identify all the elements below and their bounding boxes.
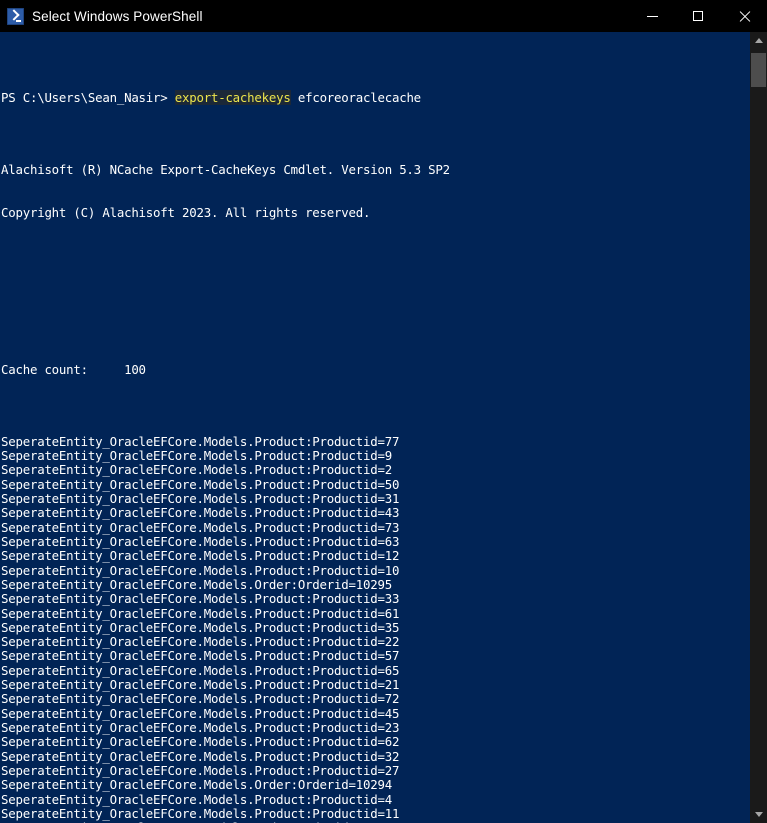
cache-key-line: SeperateEntity_OracleEFCore.Models.Produ…: [1, 691, 400, 707]
cache-key-line: SeperateEntity_OracleEFCore.Models.Order…: [1, 576, 392, 592]
cache-key-line: SeperateEntity_OracleEFCore.Models.Produ…: [1, 677, 400, 693]
cache-key-line: SeperateEntity_OracleEFCore.Models.Produ…: [1, 619, 400, 635]
cache-key-line: SeperateEntity_OracleEFCore.Models.Produ…: [1, 591, 400, 607]
cache-key-line: SeperateEntity_OracleEFCore.Models.Produ…: [1, 720, 400, 735]
scroll-down-icon: [754, 812, 763, 817]
cache-key-line: SeperateEntity_OracleEFCore.Models.Produ…: [1, 505, 400, 521]
command-token: export-cachekeys: [174, 90, 291, 106]
scroll-down-button[interactable]: [750, 806, 767, 823]
prompt-text: PS C:\Users\Sean_Nasir>: [1, 90, 175, 106]
banner-line: [1, 249, 750, 263]
command-line: PS C:\Users\Sean_Nasir> export-cachekeys…: [1, 90, 750, 106]
close-icon: [738, 10, 751, 23]
console-output[interactable]: PS C:\Users\Sean_Nasir> export-cachekeys…: [0, 32, 750, 823]
cache-key-line: SeperateEntity_OracleEFCore.Models.Produ…: [1, 448, 392, 464]
minimize-icon: [646, 15, 658, 17]
window-controls: [629, 0, 767, 32]
title-bar[interactable]: Select Windows PowerShell: [0, 0, 767, 32]
powershell-icon: [7, 7, 24, 25]
cache-key-line: SeperateEntity_OracleEFCore.Models.Produ…: [1, 634, 400, 650]
cache-key-line: SeperateEntity_OracleEFCore.Models.Produ…: [1, 662, 400, 678]
cache-key-line: SeperateEntity_OracleEFCore.Models.Produ…: [1, 705, 400, 721]
cache-key-line: SeperateEntity_OracleEFCore.Models.Produ…: [1, 791, 392, 807]
cache-key-line: SeperateEntity_OracleEFCore.Models.Produ…: [1, 562, 400, 578]
powershell-icon-chevron: [8, 8, 20, 21]
cache-key-line: SeperateEntity_OracleEFCore.Models.Produ…: [1, 491, 400, 506]
cache-key-line: SeperateEntity_OracleEFCore.Models.Produ…: [1, 462, 392, 478]
cache-key-line: SeperateEntity_OracleEFCore.Models.Order…: [1, 777, 392, 793]
cache-key-line: SeperateEntity_OracleEFCore.Models.Produ…: [1, 519, 400, 535]
cache-key-line: SeperateEntity_OracleEFCore.Models.Produ…: [1, 734, 400, 750]
scroll-up-button[interactable]: [750, 32, 767, 49]
cache-key-list: SeperateEntity_OracleEFCore.Models.Produ…: [1, 433, 750, 823]
command-argument: efcoreoraclecache: [290, 90, 421, 106]
cache-key-line: SeperateEntity_OracleEFCore.Models.Produ…: [1, 476, 400, 492]
minimize-button[interactable]: [629, 0, 675, 32]
maximize-button[interactable]: [675, 0, 721, 32]
window-title: Select Windows PowerShell: [32, 8, 203, 24]
cache-key-line: SeperateEntity_OracleEFCore.Models.Produ…: [1, 805, 400, 821]
cache-key-line: SeperateEntity_OracleEFCore.Models.Produ…: [1, 548, 400, 564]
cache-key-line: SeperateEntity_OracleEFCore.Models.Produ…: [1, 748, 400, 764]
cache-count-line: Cache count: 100: [1, 362, 146, 378]
powershell-icon-underscore: [16, 19, 21, 22]
cache-key-line: SeperateEntity_OracleEFCore.Models.Produ…: [1, 605, 400, 621]
close-button[interactable]: [721, 0, 767, 32]
scrollbar-track[interactable]: [750, 49, 767, 806]
banner-line: Alachisoft (R) NCache Export-CacheKeys C…: [1, 161, 450, 177]
banner-line: Copyright (C) Alachisoft 2023. All right…: [1, 204, 371, 220]
scrollbar-thumb[interactable]: [751, 53, 766, 87]
cache-key-line: SeperateEntity_OracleEFCore.Models.Produ…: [1, 762, 400, 778]
vertical-scrollbar[interactable]: [750, 32, 767, 823]
cache-key-line: SeperateEntity_OracleEFCore.Models.Produ…: [1, 648, 400, 664]
powershell-window: Select Windows PowerShell PS C:\Users\Se…: [0, 0, 767, 823]
maximize-icon: [693, 11, 703, 21]
cache-key-line: SeperateEntity_OracleEFCore.Models.Produ…: [1, 533, 400, 549]
scroll-up-icon: [754, 38, 763, 43]
cache-key-line: SeperateEntity_OracleEFCore.Models.Produ…: [1, 433, 400, 449]
console-area: PS C:\Users\Sean_Nasir> export-cachekeys…: [0, 32, 767, 823]
